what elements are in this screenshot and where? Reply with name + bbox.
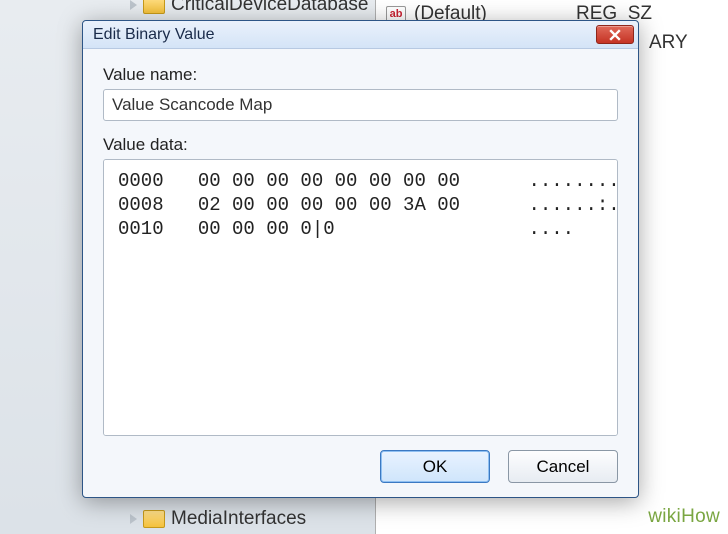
watermark: wikiHow bbox=[648, 506, 720, 528]
value-data-hex-editor[interactable]: 0000 00 00 00 00 00 00 00 00 ........ 00… bbox=[103, 159, 618, 436]
ok-button[interactable]: OK bbox=[380, 450, 490, 483]
tree-item-top[interactable]: CriticalDeviceDatabase bbox=[130, 0, 368, 16]
tree-item-bottom[interactable]: MediaInterfaces bbox=[130, 508, 306, 530]
folder-icon bbox=[143, 510, 165, 528]
edit-binary-value-dialog: Edit Binary Value Value name: Value data… bbox=[82, 20, 639, 498]
value-name-label: Value name: bbox=[103, 65, 618, 85]
expand-triangle-icon[interactable] bbox=[130, 0, 137, 10]
expand-triangle-icon[interactable] bbox=[130, 514, 137, 524]
folder-icon bbox=[143, 0, 165, 14]
tree-item-label: CriticalDeviceDatabase bbox=[171, 0, 368, 16]
tree-item-label: MediaInterfaces bbox=[171, 508, 306, 530]
close-button[interactable] bbox=[596, 25, 634, 44]
cancel-button[interactable]: Cancel bbox=[508, 450, 618, 483]
close-icon bbox=[609, 29, 621, 41]
dialog-button-row: OK Cancel bbox=[103, 450, 618, 483]
dialog-title: Edit Binary Value bbox=[93, 26, 596, 44]
value-data-label: Value data: bbox=[103, 135, 618, 155]
dialog-body: Value name: Value data: 0000 00 00 00 00… bbox=[83, 49, 638, 497]
value-type-peek: ARY bbox=[649, 32, 688, 54]
dialog-titlebar[interactable]: Edit Binary Value bbox=[83, 21, 638, 49]
value-name-input[interactable] bbox=[103, 89, 618, 121]
